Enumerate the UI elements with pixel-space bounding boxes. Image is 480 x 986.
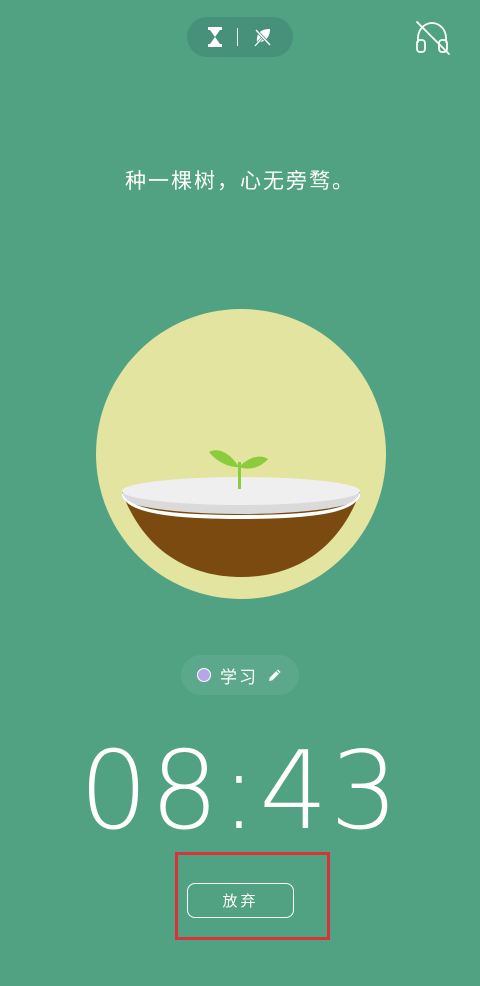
tree-illustration <box>96 309 386 599</box>
leaf-off-icon[interactable] <box>252 26 274 48</box>
hourglass-icon[interactable] <box>207 26 223 48</box>
tag-selector[interactable]: 学习 <box>181 655 299 695</box>
tag-color-dot <box>197 668 211 682</box>
headphone-off-icon[interactable] <box>410 17 454 57</box>
slogan-text: 种一棵树，心无旁骛。 <box>125 169 355 193</box>
mode-divider <box>236 28 238 46</box>
give-up-button[interactable]: 放弃 <box>187 883 294 918</box>
tag-label: 学习 <box>220 667 258 688</box>
pencil-icon[interactable] <box>267 667 283 683</box>
mode-toggle[interactable] <box>187 17 293 57</box>
countdown-timer: 08:43 <box>79 729 401 854</box>
